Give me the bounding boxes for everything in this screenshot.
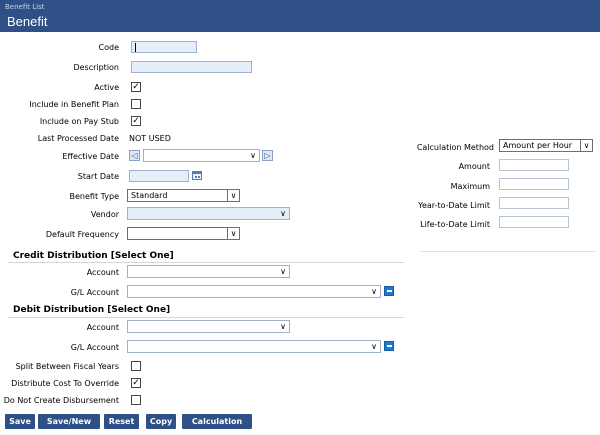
effective-date-select[interactable]: ∨ — [143, 149, 260, 162]
copy-button[interactable]: Copy — [146, 414, 176, 429]
split-between-fiscal-years-checkbox[interactable] — [131, 361, 141, 371]
active-label: Active — [94, 83, 119, 92]
last-processed-date-label: Last Processed Date — [37, 134, 119, 143]
include-in-benefit-plan-label: Include in Benefit Plan — [29, 100, 119, 109]
chevron-down-icon: ∨ — [250, 151, 256, 160]
credit-account-select[interactable]: ∨ — [127, 265, 290, 278]
divider — [8, 262, 404, 263]
life-to-date-limit-label: Life-to-Date Limit — [420, 220, 490, 229]
split-between-fiscal-years-label: Split Between Fiscal Years — [15, 362, 119, 371]
maximum-label: Maximum — [450, 182, 490, 191]
amount-label: Amount — [458, 162, 490, 171]
previous-date-button[interactable]: ◁ — [129, 150, 140, 161]
include-on-pay-stub-checkbox[interactable]: ✓ — [131, 116, 141, 126]
save-new-button[interactable]: Save/New — [38, 414, 100, 429]
breadcrumb[interactable]: Benefit List — [5, 3, 44, 11]
calculation-button[interactable]: Calculation — [182, 414, 252, 429]
include-on-pay-stub-label: Include on Pay Stub — [39, 117, 119, 126]
year-to-date-limit-label: Year-to-Date Limit — [418, 201, 490, 210]
save-button[interactable]: Save — [5, 414, 35, 429]
default-frequency-label: Default Frequency — [45, 230, 119, 239]
do-not-create-disbursement-label: Do Not Create Disbursement — [3, 396, 119, 405]
calendar-icon[interactable] — [192, 171, 202, 180]
vendor-select[interactable]: ∨ — [127, 207, 290, 220]
text-caret — [135, 43, 136, 52]
distribute-cost-to-override-checkbox[interactable]: ✓ — [131, 378, 141, 388]
benefit-type-select[interactable]: Standard ∨ — [127, 189, 240, 202]
description-input[interactable] — [131, 61, 252, 73]
chevron-down-icon: ∨ — [280, 267, 286, 276]
chevron-down-icon: ∨ — [227, 190, 239, 201]
active-checkbox[interactable]: ✓ — [131, 82, 141, 92]
lookup-icon[interactable] — [384, 286, 394, 296]
maximum-input[interactable] — [499, 178, 569, 190]
include-in-benefit-plan-checkbox[interactable] — [131, 99, 141, 109]
debit-account-select[interactable]: ∨ — [127, 320, 290, 333]
debit-gl-account-label: G/L Account — [70, 343, 119, 352]
description-label: Description — [73, 63, 119, 72]
page-title: Benefit — [7, 14, 48, 29]
vendor-label: Vendor — [90, 210, 119, 219]
chevron-down-icon: ∨ — [280, 322, 286, 331]
credit-gl-account-select[interactable]: ∨ — [127, 285, 381, 298]
start-date-label: Start Date — [77, 172, 119, 181]
last-processed-date-value: NOT USED — [129, 134, 171, 143]
year-to-date-limit-input[interactable] — [499, 197, 569, 209]
distribute-cost-to-override-label: Distribute Cost To Override — [11, 379, 119, 388]
chevron-down-icon: ∨ — [227, 228, 239, 239]
default-frequency-select[interactable]: ∨ — [127, 227, 240, 240]
credit-gl-account-label: G/L Account — [70, 288, 119, 297]
calculation-method-label: Calculation Method — [416, 143, 494, 152]
next-date-button[interactable]: ▷ — [262, 150, 273, 161]
debit-gl-account-select[interactable]: ∨ — [127, 340, 381, 353]
divider — [8, 317, 404, 318]
chevron-down-icon: ∨ — [580, 140, 592, 151]
start-date-input[interactable] — [129, 170, 189, 182]
amount-input[interactable] — [499, 159, 569, 171]
code-input[interactable] — [131, 41, 197, 53]
calculation-method-value: Amount per Hour — [503, 141, 573, 150]
benefit-type-value: Standard — [131, 191, 168, 200]
do-not-create-disbursement-checkbox[interactable] — [131, 395, 141, 405]
chevron-down-icon: ∨ — [371, 287, 377, 296]
chevron-down-icon: ∨ — [371, 342, 377, 351]
effective-date-label: Effective Date — [62, 152, 119, 161]
credit-account-label: Account — [86, 268, 119, 277]
debit-account-label: Account — [86, 323, 119, 332]
calculation-method-select[interactable]: Amount per Hour ∨ — [499, 139, 593, 152]
code-label: Code — [98, 43, 119, 52]
life-to-date-limit-input[interactable] — [499, 216, 569, 228]
benefit-type-label: Benefit Type — [69, 192, 120, 201]
lookup-icon[interactable] — [384, 341, 394, 351]
chevron-down-icon: ∨ — [280, 209, 286, 218]
divider — [420, 251, 596, 252]
page-header: Benefit List Benefit — [0, 0, 600, 32]
debit-distribution-heading: Debit Distribution [Select One] — [13, 305, 171, 315]
credit-distribution-heading: Credit Distribution [Select One] — [13, 251, 174, 261]
reset-button[interactable]: Reset — [104, 414, 139, 429]
